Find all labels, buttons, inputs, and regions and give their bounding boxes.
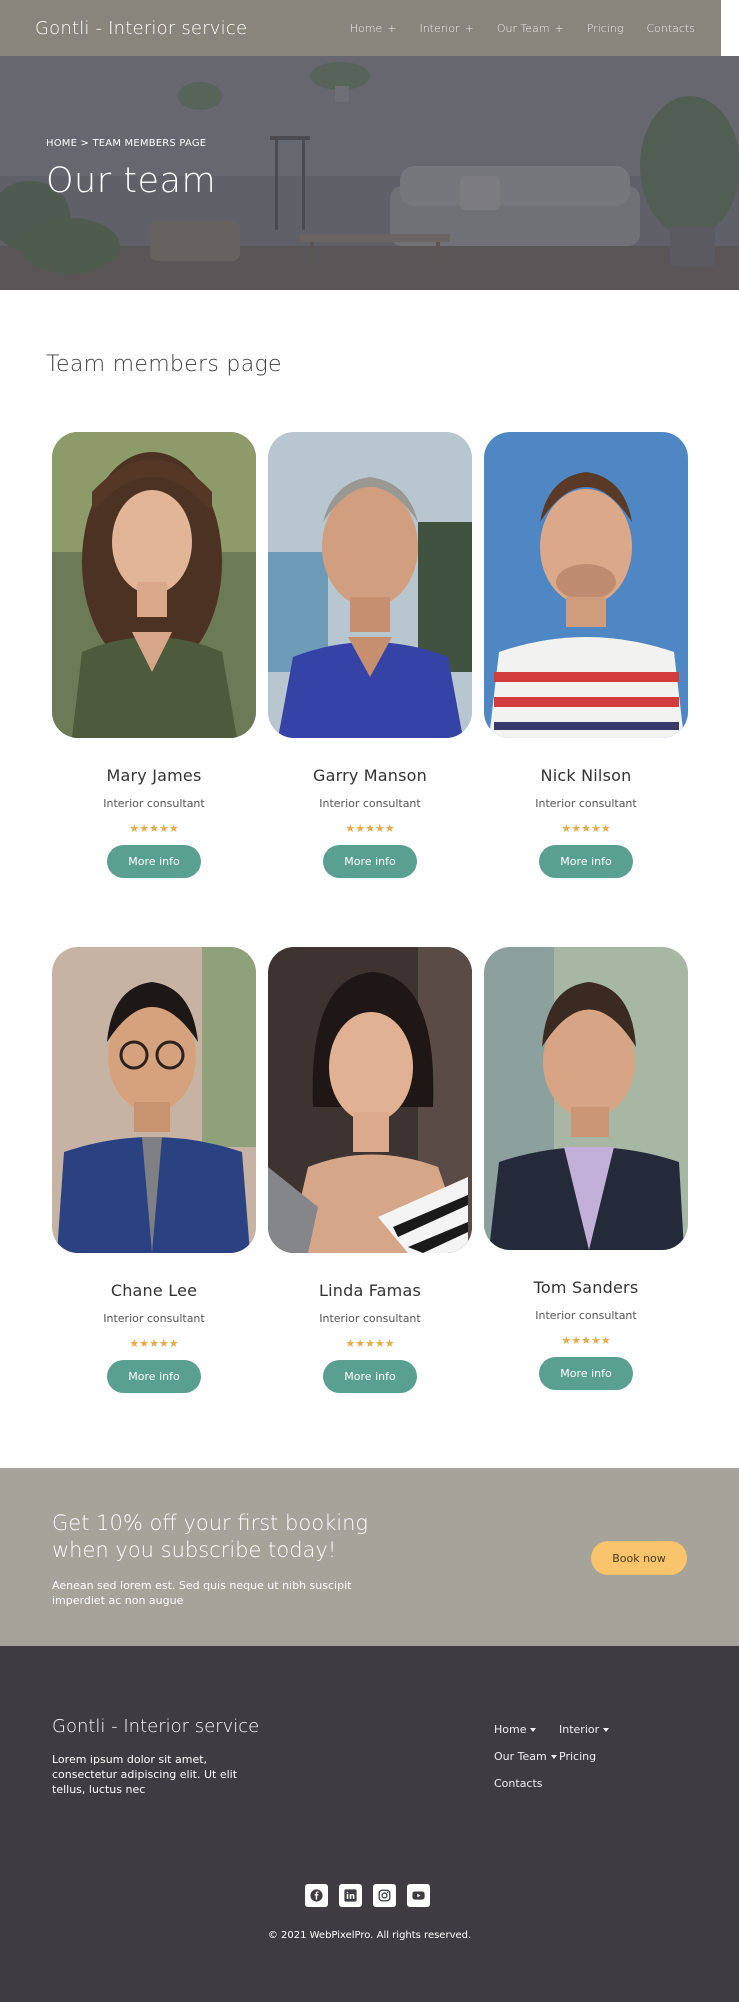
member-role: Interior consultant bbox=[103, 1312, 205, 1325]
page-title: Our team bbox=[46, 161, 217, 201]
copyright-text: © 2021 WebPixelPro. All rights reserved. bbox=[267, 1930, 472, 1941]
nav-item-contacts[interactable]: Contacts bbox=[646, 22, 695, 35]
subscribe-promo: Get 10% off your first booking when you … bbox=[0, 1468, 739, 1646]
nav-item-our-team[interactable]: Our Team + bbox=[497, 22, 564, 35]
member-name: Mary James bbox=[106, 766, 202, 785]
caret-down-icon bbox=[603, 1727, 610, 1732]
social-links bbox=[305, 1884, 430, 1907]
book-now-button[interactable]: Book now bbox=[591, 1541, 687, 1575]
star-rating: ★★★★★ bbox=[345, 822, 395, 835]
team-section: Team members page Mary James Interior co… bbox=[0, 290, 739, 1468]
footer-nav-label: Our Team bbox=[494, 1750, 547, 1763]
facebook-icon[interactable] bbox=[305, 1884, 328, 1907]
promo-headline: Get 10% off your first booking when you … bbox=[52, 1511, 368, 1562]
footer-nav-label: Pricing bbox=[559, 1750, 597, 1763]
site-footer: Gontli - Interior service Lorem ipsum do… bbox=[0, 1646, 739, 2002]
nav-item-label: Interior bbox=[419, 21, 460, 35]
star-rating: ★★★★★ bbox=[561, 1334, 611, 1347]
hero-content: HOME > TEAM MEMBERS PAGE Our team bbox=[46, 138, 216, 201]
promo-text: Aenean sed lorem est. Sed quis neque ut … bbox=[52, 1579, 352, 1607]
footer-nav-pricing[interactable]: Pricing bbox=[559, 1750, 629, 1763]
youtube-icon[interactable] bbox=[407, 1884, 430, 1907]
team-card-mary-james: Mary James Interior consultant ★★★★★ Mor… bbox=[52, 432, 256, 878]
member-role: Interior consultant bbox=[319, 797, 421, 810]
footer-nav-label: Contacts bbox=[494, 1777, 543, 1790]
footer-nav-contacts[interactable]: Contacts bbox=[494, 1777, 559, 1790]
member-role: Interior consultant bbox=[535, 1309, 637, 1322]
footer-nav-label: Home bbox=[494, 1723, 527, 1736]
star-rating: ★★★★★ bbox=[561, 822, 611, 835]
plus-icon: + bbox=[387, 21, 397, 35]
portrait-man-image bbox=[484, 947, 688, 1250]
team-card-garry-manson: Garry Manson Interior consultant ★★★★★ M… bbox=[268, 432, 472, 878]
team-card-linda-famas: Linda Famas Interior consultant ★★★★★ Mo… bbox=[268, 947, 472, 1393]
more-info-button[interactable]: More info bbox=[539, 1357, 633, 1390]
portrait-man-image bbox=[52, 947, 256, 1253]
nav-item-label: Contacts bbox=[646, 21, 695, 35]
footer-nav-our-team[interactable]: Our Team bbox=[494, 1750, 559, 1763]
site-header: Gontli - Interior service Home + Interio… bbox=[0, 0, 730, 56]
member-photo bbox=[52, 947, 256, 1253]
member-photo bbox=[484, 947, 688, 1250]
section-title: Team members page bbox=[46, 352, 282, 377]
caret-down-icon bbox=[550, 1754, 557, 1759]
nav-item-pricing[interactable]: Pricing bbox=[587, 22, 624, 35]
footer-nav: Home Interior Our Team Pricing Contacts bbox=[494, 1723, 629, 1790]
member-photo bbox=[268, 947, 472, 1253]
team-card-chane-lee: Chane Lee Interior consultant ★★★★★ More… bbox=[52, 947, 256, 1393]
nav-item-label: Our Team bbox=[496, 21, 550, 35]
team-grid: Mary James Interior consultant ★★★★★ Mor… bbox=[52, 432, 739, 1393]
footer-nav-label: Interior bbox=[559, 1723, 600, 1736]
member-name: Garry Manson bbox=[312, 766, 428, 785]
star-rating: ★★★★★ bbox=[345, 1337, 395, 1350]
plus-icon: + bbox=[554, 21, 564, 35]
portrait-woman-image bbox=[268, 947, 472, 1253]
more-info-button[interactable]: More info bbox=[323, 845, 417, 878]
portrait-man-image bbox=[268, 432, 472, 738]
member-role: Interior consultant bbox=[535, 797, 637, 810]
member-photo bbox=[52, 432, 256, 738]
nav-item-label: Pricing bbox=[586, 21, 624, 35]
member-photo bbox=[484, 432, 688, 738]
main-nav: Home + Interior + Our Team + Pricing Con… bbox=[350, 22, 695, 35]
star-rating: ★★★★★ bbox=[129, 1337, 179, 1350]
nav-item-interior[interactable]: Interior + bbox=[419, 22, 473, 35]
more-info-button[interactable]: More info bbox=[107, 1360, 201, 1393]
instagram-icon[interactable] bbox=[373, 1884, 396, 1907]
more-info-button[interactable]: More info bbox=[539, 845, 633, 878]
footer-logo[interactable]: Gontli - Interior service bbox=[52, 1716, 259, 1737]
team-card-tom-sanders: Tom Sanders Interior consultant ★★★★★ Mo… bbox=[484, 947, 688, 1393]
team-card-nick-nilson: Nick Nilson Interior consultant ★★★★★ Mo… bbox=[484, 432, 688, 878]
nav-item-label: Home bbox=[349, 21, 383, 35]
hero-banner: HOME > TEAM MEMBERS PAGE Our team bbox=[0, 56, 739, 290]
member-photo bbox=[268, 432, 472, 738]
member-name: Nick Nilson bbox=[540, 766, 632, 785]
site-logo[interactable]: Gontli - Interior service bbox=[35, 18, 247, 39]
footer-about-text: Lorem ipsum dolor sit amet, consectetur … bbox=[52, 1753, 238, 1796]
member-name: Tom Sanders bbox=[533, 1278, 639, 1297]
scrollbar-strip bbox=[721, 0, 730, 56]
member-name: Linda Famas bbox=[318, 1281, 421, 1300]
linkedin-icon[interactable] bbox=[339, 1884, 362, 1907]
breadcrumb[interactable]: HOME > TEAM MEMBERS PAGE bbox=[46, 138, 216, 149]
star-rating: ★★★★★ bbox=[129, 822, 179, 835]
member-name: Chane Lee bbox=[110, 1281, 198, 1300]
member-role: Interior consultant bbox=[103, 797, 205, 810]
nav-item-home[interactable]: Home + bbox=[350, 22, 397, 35]
portrait-man-image bbox=[484, 432, 688, 738]
portrait-woman-image bbox=[52, 432, 256, 738]
plus-icon: + bbox=[464, 21, 474, 35]
caret-down-icon bbox=[530, 1727, 537, 1732]
more-info-button[interactable]: More info bbox=[323, 1360, 417, 1393]
member-role: Interior consultant bbox=[319, 1312, 421, 1325]
footer-nav-home[interactable]: Home bbox=[494, 1723, 559, 1736]
more-info-button[interactable]: More info bbox=[107, 845, 201, 878]
footer-nav-interior[interactable]: Interior bbox=[559, 1723, 629, 1736]
